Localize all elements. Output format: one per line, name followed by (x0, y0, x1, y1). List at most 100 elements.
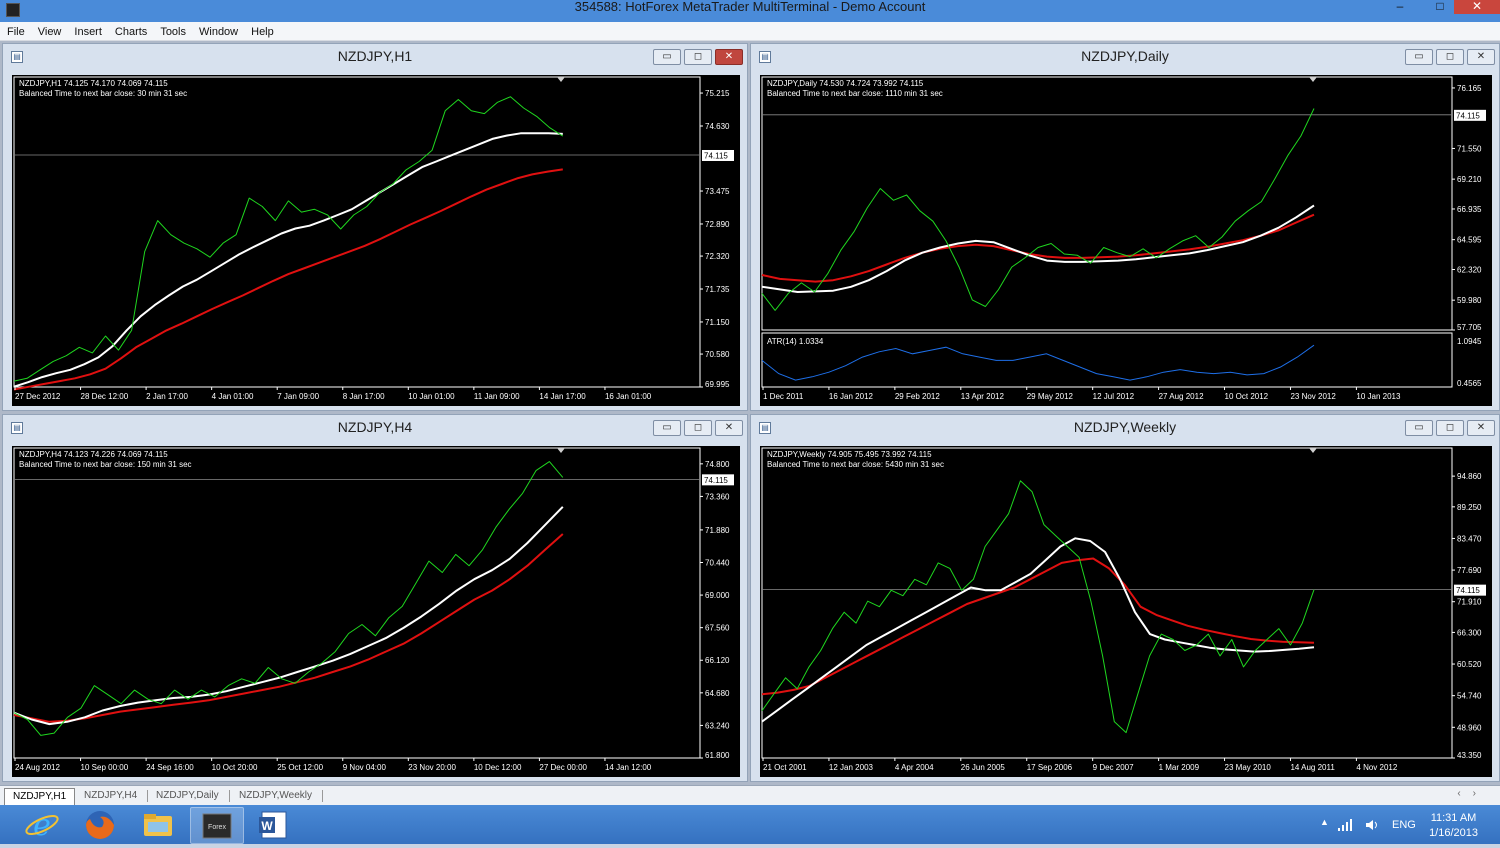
chart-tabs: NZDJPY,H1 NZDJPY,H4 NZDJPY,Daily NZDJPY,… (0, 785, 1500, 806)
chart-canvas[interactable]: NZDJPY,Daily 74.530 74.724 73.992 74.115… (760, 75, 1492, 406)
chart-info-ohlc: NZDJPY,H1 74.125 74.170 74.069 74.115 (19, 79, 168, 88)
plot-frame (761, 447, 1453, 759)
x-axis-label: 24 Aug 2012 (15, 763, 60, 772)
y-axis-label: 72.890 (705, 220, 730, 229)
menu-tools[interactable]: Tools (153, 23, 192, 41)
window-title: 354588: HotForex MetaTrader MultiTermina… (574, 0, 926, 14)
y-axis-label: 72.320 (705, 252, 730, 261)
atr-line (761, 344, 1315, 381)
chart-restore-button[interactable]: ◻ (1436, 49, 1464, 65)
x-axis-label: 13 Apr 2012 (961, 392, 1005, 401)
chart-close-button[interactable]: ✕ (1467, 49, 1495, 65)
x-axis-label: 29 Feb 2012 (895, 392, 940, 401)
chart-close-button[interactable]: ✕ (715, 420, 743, 436)
chart-window-title: NZDJPY,H4 (337, 419, 413, 435)
tab-separator (229, 790, 230, 802)
forex-terminal-icon[interactable]: Forex (190, 807, 244, 844)
chart-window-titlebar[interactable]: ▤ NZDJPY,H4 ▭ ◻ ✕ (3, 415, 747, 439)
menu-help[interactable]: Help (244, 23, 280, 41)
tab-nzdjpy-weekly[interactable]: NZDJPY,Weekly (239, 788, 312, 804)
chart-window-h1[interactable]: ▤ NZDJPY,H1 ▭ ◻ ✕ NZDJPY,H1 74.125 74.17… (2, 43, 748, 411)
x-axis-label: 12 Jul 2012 (1093, 392, 1135, 401)
shift-marker[interactable] (557, 448, 565, 453)
shift-marker[interactable] (1309, 448, 1317, 453)
chart-window-titlebar[interactable]: ▤ NZDJPY,H1 ▭ ◻ ✕ (3, 44, 747, 68)
y-axis-label: 73.475 (705, 187, 730, 196)
x-axis-label: 4 Jan 01:00 (212, 392, 254, 401)
x-axis-label: 9 Nov 04:00 (343, 763, 387, 772)
x-axis-label: 27 Dec 2012 (15, 392, 61, 401)
chart-close-button[interactable]: ✕ (715, 49, 743, 65)
tab-nzdjpy-daily[interactable]: NZDJPY,Daily (156, 788, 219, 804)
minimize-button[interactable]: – (1386, 0, 1414, 14)
speaker-icon[interactable] (1364, 818, 1380, 832)
price-tag: 74.115 (1456, 586, 1480, 595)
internet-explorer-icon[interactable]: e (16, 807, 68, 843)
chart-canvas[interactable]: NZDJPY,H4 74.123 74.226 74.069 74.115 Bal… (12, 446, 740, 777)
chart-info-timer: Balanced Time to next bar close: 30 min … (19, 89, 187, 98)
tab-nzdjpy-h1[interactable]: NZDJPY,H1 (4, 788, 76, 805)
y-axis-label: 66.300 (1457, 628, 1482, 637)
y-axis-label: 76.165 (1457, 84, 1482, 93)
menu-file[interactable]: File (0, 23, 31, 41)
network-signal-icon[interactable] (1338, 819, 1354, 831)
menu-window[interactable]: Window (192, 23, 244, 41)
language-indicator[interactable]: ENG (1392, 819, 1416, 831)
x-axis-label: 17 Sep 2006 (1027, 763, 1073, 772)
chart-minimize-button[interactable]: ▭ (653, 49, 681, 65)
chart-info-timer: Balanced Time to next bar close: 5430 mi… (767, 460, 944, 469)
y-axis-label: 71.910 (1457, 598, 1482, 607)
ma-red-line (761, 557, 1315, 696)
menu-insert[interactable]: Insert (67, 23, 108, 41)
tab-scroll-arrows[interactable]: ‹› (1457, 788, 1488, 799)
price-tag: 74.115 (1456, 111, 1480, 120)
chart-info-ohlc: NZDJPY,H4 74.123 74.226 74.069 74.115 (19, 450, 168, 459)
chart-window-titlebar[interactable]: ▤ NZDJPY,Weekly ▭ ◻ ✕ (751, 415, 1499, 439)
chart-minimize-button[interactable]: ▭ (1405, 49, 1433, 65)
chart-minimize-button[interactable]: ▭ (1405, 420, 1433, 436)
shift-marker[interactable] (1309, 77, 1317, 82)
chart-window-daily[interactable]: ▤ NZDJPY,Daily ▭ ◻ ✕ NZDJPY,Daily 74.530… (750, 43, 1500, 411)
chart-info-timer: Balanced Time to next bar close: 150 min… (19, 460, 192, 469)
chart-canvas[interactable]: NZDJPY,Weekly 74.905 75.495 73.992 74.11… (760, 446, 1492, 777)
y-axis-label: 59.980 (1457, 296, 1482, 305)
y-axis-label: 66.120 (705, 656, 730, 665)
show-hidden-icons[interactable]: ▲ (1320, 817, 1329, 827)
chart-window-titlebar[interactable]: ▤ NZDJPY,Daily ▭ ◻ ✕ (751, 44, 1499, 68)
title-bar: 354588: HotForex MetaTrader MultiTermina… (0, 0, 1500, 22)
ma-red-line (761, 213, 1315, 283)
chart-svg: NZDJPY,H1 74.125 74.170 74.069 74.115Bal… (13, 76, 734, 401)
x-axis-label: 23 Nov 2012 (1290, 392, 1336, 401)
firefox-icon[interactable] (74, 807, 126, 842)
chart-close-button[interactable]: ✕ (1467, 420, 1495, 436)
chart-minimize-button[interactable]: ▭ (653, 420, 681, 436)
chart-restore-button[interactable]: ◻ (684, 420, 712, 436)
word-icon[interactable]: W (248, 807, 300, 842)
ma-white-line (13, 132, 563, 388)
chart-window-weekly[interactable]: ▤ NZDJPY,Weekly ▭ ◻ ✕ NZDJPY,Weekly 74.9… (750, 414, 1500, 782)
chart-restore-button[interactable]: ◻ (684, 49, 712, 65)
x-axis-label: 1 Mar 2009 (1159, 763, 1200, 772)
menu-charts[interactable]: Charts (108, 23, 153, 41)
x-axis-label: 10 Jan 2013 (1356, 392, 1401, 401)
ma-white-line (761, 204, 1315, 293)
indicator-frame (761, 332, 1453, 388)
y-axis-label: 71.735 (705, 285, 730, 294)
system-clock[interactable]: 11:31 AM 1/16/2013 (1429, 811, 1478, 841)
forex-logo: Forex (202, 813, 232, 839)
y-axis-label: 74.630 (705, 122, 730, 131)
shift-marker[interactable] (557, 77, 565, 82)
chart-info-ohlc: NZDJPY,Weekly 74.905 75.495 73.992 74.11… (767, 450, 932, 459)
file-explorer-icon[interactable] (132, 807, 184, 842)
x-axis-label: 7 Jan 09:00 (277, 392, 319, 401)
chart-canvas[interactable]: NZDJPY,H1 74.125 74.170 74.069 74.115 Bal… (12, 75, 740, 406)
chart-info-ohlc: NZDJPY,Daily 74.530 74.724 73.992 74.115 (767, 79, 924, 88)
chart-window-h4[interactable]: ▤ NZDJPY,H4 ▭ ◻ ✕ NZDJPY,H4 74.123 74.22… (2, 414, 748, 782)
close-button[interactable]: ✕ (1454, 0, 1500, 14)
tab-nzdjpy-h4[interactable]: NZDJPY,H4 (84, 788, 137, 804)
chart-restore-button[interactable]: ◻ (1436, 420, 1464, 436)
y-axis-label: 83.470 (1457, 534, 1482, 543)
maximize-button[interactable]: □ (1426, 0, 1454, 14)
forex-label: Forex (208, 824, 226, 831)
menu-view[interactable]: View (31, 23, 68, 41)
